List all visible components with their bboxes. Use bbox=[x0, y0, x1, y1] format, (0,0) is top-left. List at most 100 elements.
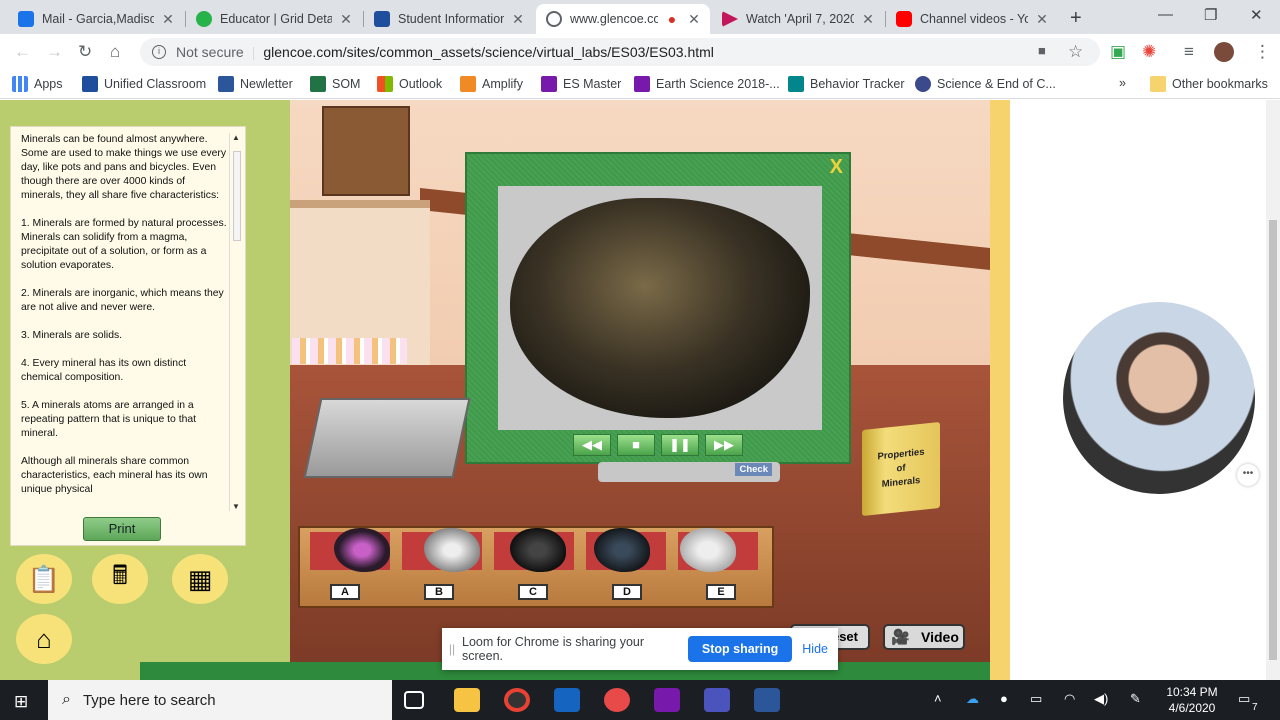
properties-of-minerals-book[interactable]: Properties of Minerals bbox=[862, 421, 940, 517]
scroll-thumb[interactable] bbox=[233, 151, 241, 241]
drag-handle[interactable]: || bbox=[442, 642, 462, 656]
loom-app-icon[interactable] bbox=[604, 688, 630, 712]
tab-title: www.glencoe.co bbox=[570, 12, 658, 26]
minimize-button[interactable]: ― bbox=[1158, 6, 1173, 23]
chrome-icon[interactable] bbox=[504, 688, 530, 712]
taskbar-search[interactable]: ⌕ Type here to search bbox=[48, 680, 392, 720]
specimen-c[interactable] bbox=[510, 528, 566, 572]
pen-icon[interactable]: ✎ bbox=[1130, 691, 1141, 707]
specimen-e[interactable] bbox=[680, 528, 736, 572]
page-scrollbar[interactable] bbox=[1266, 100, 1280, 680]
wifi-icon[interactable]: ◠ bbox=[1064, 691, 1075, 707]
media-control-icon[interactable]: ≡ bbox=[1184, 42, 1194, 62]
bookmark-star-icon[interactable]: ☆ bbox=[1068, 42, 1083, 62]
clipboard-icon[interactable]: 📋 bbox=[16, 554, 72, 604]
new-tab-button[interactable]: + bbox=[1070, 7, 1082, 30]
specimen-a[interactable] bbox=[334, 528, 390, 572]
chevron-up-icon[interactable]: ˄ bbox=[934, 691, 942, 706]
close-icon[interactable]: ✕ bbox=[160, 11, 176, 28]
home-button[interactable]: ⌂ bbox=[110, 42, 120, 62]
url-text[interactable]: glencoe.com/sites/common_assets/science/… bbox=[263, 44, 714, 60]
close-icon[interactable]: ✕ bbox=[1034, 11, 1050, 28]
menu-icon[interactable]: ⋮ bbox=[1254, 42, 1271, 62]
bookmark-outlook[interactable]: Outlook bbox=[377, 76, 442, 92]
hide-button[interactable]: Hide bbox=[802, 642, 828, 656]
unite-icon[interactable] bbox=[554, 688, 580, 712]
divider: | bbox=[251, 44, 256, 60]
bookmark-es-master[interactable]: ES Master bbox=[541, 76, 621, 92]
info-icon[interactable]: i bbox=[152, 45, 166, 59]
specimen-label-c[interactable]: C bbox=[518, 584, 548, 600]
bookmark-newletter[interactable]: Newletter bbox=[218, 76, 293, 92]
bookmark-science-end[interactable]: Science & End of C... bbox=[915, 76, 1056, 92]
stop-sharing-button[interactable]: Stop sharing bbox=[687, 636, 793, 662]
camera-icon[interactable]: ■ bbox=[1038, 43, 1046, 58]
back-button[interactable]: ← bbox=[14, 42, 31, 62]
bookmark-earth-science[interactable]: Earth Science 2018-... bbox=[634, 76, 780, 92]
word-icon[interactable] bbox=[754, 688, 780, 712]
battery-icon[interactable]: ▭ bbox=[1030, 691, 1042, 707]
forward-button[interactable]: → bbox=[46, 42, 63, 62]
home-icon[interactable]: ⌂ bbox=[16, 614, 72, 664]
specimen-label-a[interactable]: A bbox=[330, 584, 360, 600]
stop-button[interactable]: ■ bbox=[617, 434, 655, 456]
tab-student-information[interactable]: Student Information ✕ bbox=[364, 4, 534, 34]
calculator-icon[interactable]: 🖩 bbox=[92, 554, 148, 604]
data-table-icon[interactable]: ▦ bbox=[172, 554, 228, 604]
scroll-thumb[interactable] bbox=[1269, 220, 1277, 660]
tab-youtube[interactable]: Channel videos - You ✕ bbox=[886, 4, 1058, 34]
onedrive-icon[interactable]: ☁ bbox=[966, 691, 979, 707]
video-button[interactable]: 🎥 Video bbox=[883, 624, 965, 650]
close-icon[interactable]: ✕ bbox=[686, 11, 702, 28]
bookmark-amplify[interactable]: Amplify bbox=[460, 76, 523, 92]
restore-button[interactable]: ❐ bbox=[1204, 6, 1217, 24]
tab-mail[interactable]: Mail - Garcia,Madiso ✕ bbox=[8, 4, 184, 34]
close-icon[interactable]: ✕ bbox=[338, 11, 354, 28]
reload-button[interactable]: ↻ bbox=[78, 42, 92, 62]
windows-start-icon[interactable]: ⊞ bbox=[14, 692, 28, 712]
viewer-close-button[interactable]: X bbox=[830, 156, 843, 179]
extension-icon[interactable]: ▣ bbox=[1110, 42, 1126, 62]
specimen-b[interactable] bbox=[424, 528, 480, 572]
bookmark-som[interactable]: SOM bbox=[310, 76, 360, 92]
print-button[interactable]: Print bbox=[83, 517, 161, 541]
rewind-button[interactable]: ◀◀ bbox=[573, 434, 611, 456]
specimen-d[interactable] bbox=[594, 528, 650, 572]
bookmark-behavior-tracker[interactable]: Behavior Tracker bbox=[788, 76, 904, 92]
clock[interactable]: 10:34 PM 4/6/2020 bbox=[1162, 684, 1222, 716]
bookmark-apps[interactable]: Apps bbox=[12, 76, 63, 92]
camera-icon: 🎥 bbox=[891, 629, 910, 646]
onenote-icon[interactable] bbox=[654, 688, 680, 712]
check-button[interactable]: Check bbox=[735, 463, 772, 476]
tab-educator[interactable]: Educator | Grid Detai ✕ bbox=[186, 4, 362, 34]
other-bookmarks[interactable]: Other bookmarks bbox=[1150, 76, 1268, 92]
tool-tray[interactable] bbox=[303, 398, 471, 478]
specimen-label-d[interactable]: D bbox=[612, 584, 642, 600]
volume-icon[interactable]: ◀) bbox=[1094, 691, 1108, 707]
more-options-icon[interactable]: ••• bbox=[1237, 464, 1259, 486]
avatar[interactable] bbox=[1214, 42, 1234, 62]
loom-icon[interactable]: ✺ bbox=[1142, 42, 1156, 62]
microphone-icon[interactable]: ● bbox=[1000, 691, 1008, 706]
specimen-label-e[interactable]: E bbox=[706, 584, 736, 600]
fast-forward-button[interactable]: ▶▶ bbox=[705, 434, 743, 456]
tab-glencoe[interactable]: www.glencoe.co ● ✕ bbox=[536, 4, 710, 34]
pause-button[interactable]: ❚❚ bbox=[661, 434, 699, 456]
specimen-label-b[interactable]: B bbox=[424, 584, 454, 600]
scroll-down-icon[interactable]: ▼ bbox=[232, 502, 240, 511]
description-scrollbar[interactable]: ▲ ▼ bbox=[229, 133, 243, 511]
file-explorer-icon[interactable] bbox=[454, 688, 480, 712]
close-icon[interactable]: ✕ bbox=[860, 11, 876, 28]
window-close-button[interactable]: ✕ bbox=[1250, 6, 1263, 24]
tab-watch[interactable]: Watch 'April 7, 2020 ✕ bbox=[712, 4, 884, 34]
bookmarks-overflow-button[interactable]: » bbox=[1119, 76, 1126, 90]
address-bar[interactable]: i Not secure | glencoe.com/sites/common_… bbox=[140, 38, 1100, 66]
bookmark-label: Science & End of C... bbox=[937, 77, 1056, 91]
task-view-icon[interactable] bbox=[404, 691, 424, 709]
bookmark-unified-classroom[interactable]: Unified Classroom bbox=[82, 76, 206, 92]
close-icon[interactable]: ✕ bbox=[510, 11, 526, 28]
teams-icon[interactable] bbox=[704, 688, 730, 712]
scroll-up-icon[interactable]: ▲ bbox=[232, 133, 240, 142]
notification-icon[interactable]: ▭ bbox=[1238, 691, 1250, 707]
webcam-bubble[interactable] bbox=[1063, 302, 1255, 494]
